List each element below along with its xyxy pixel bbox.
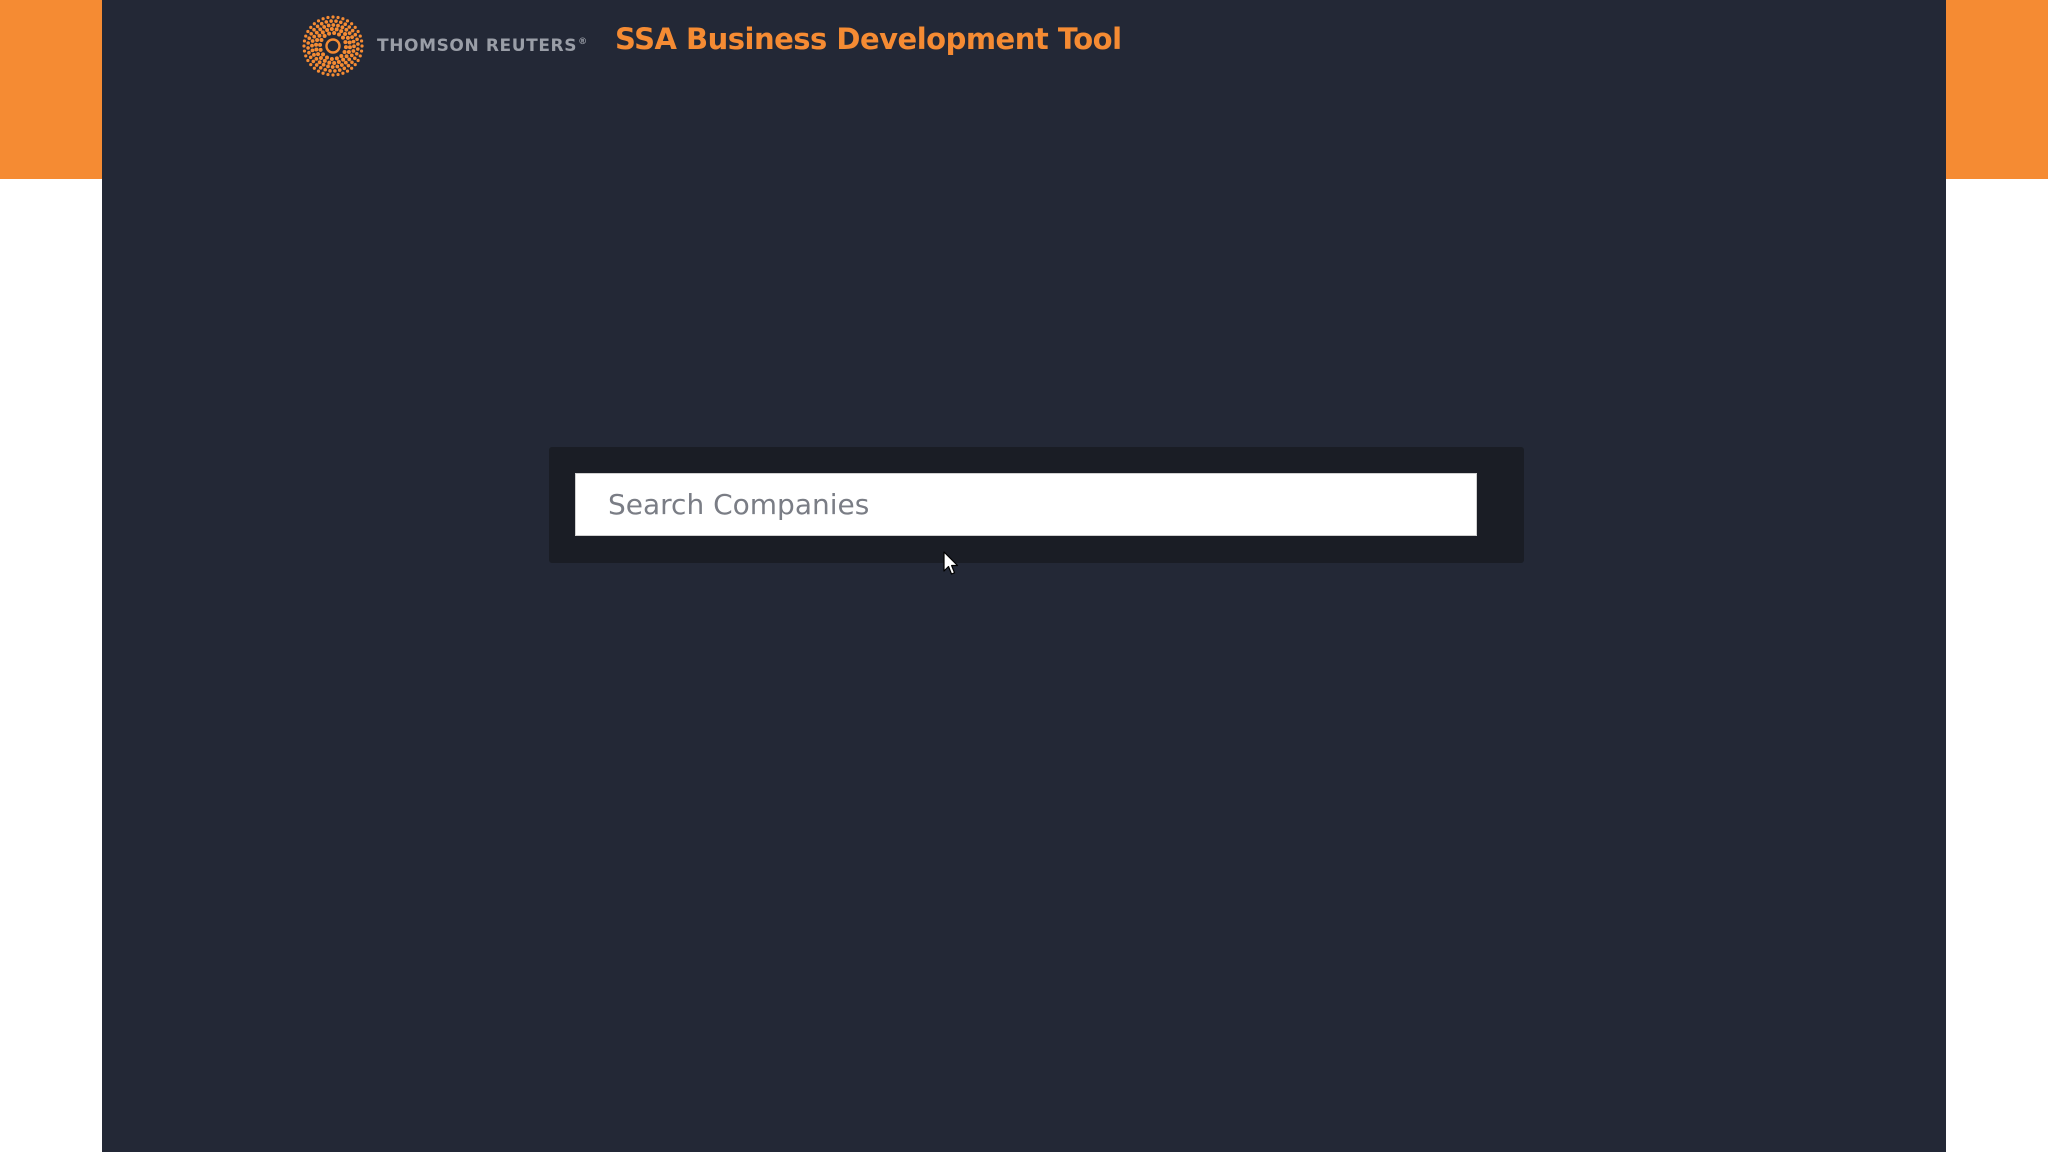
search-companies-input[interactable] — [575, 473, 1477, 536]
right-accent-bar — [1946, 0, 2048, 179]
brand-logo[interactable]: THOMSON REUTERS® — [301, 14, 588, 78]
left-accent-bar — [0, 0, 102, 179]
header: THOMSON REUTERS® SSA Business Developmen… — [102, 0, 1946, 92]
thomson-reuters-logo-icon — [302, 15, 364, 77]
app-frame: THOMSON REUTERS® SSA Business Developmen… — [102, 0, 1946, 1152]
search-panel — [549, 447, 1524, 563]
brand-name: THOMSON REUTERS® — [377, 36, 588, 56]
app-title: SSA Business Development Tool — [615, 22, 1122, 56]
